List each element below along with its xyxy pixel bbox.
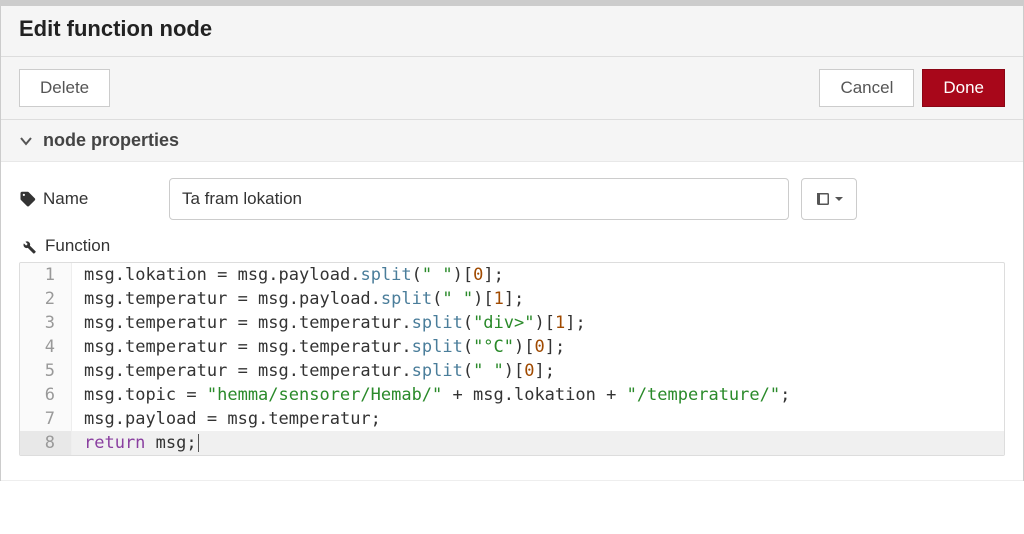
code-line[interactable]: 8return msg; [20, 431, 1004, 455]
code-text[interactable]: msg.temperatur = msg.temperatur.split("d… [72, 311, 586, 335]
name-row: Name [19, 178, 1005, 220]
panel-title: Edit function node [1, 6, 1023, 57]
line-number: 6 [20, 383, 72, 407]
edit-panel: Edit function node Delete Cancel Done no… [0, 6, 1024, 481]
code-line[interactable]: 3msg.temperatur = msg.temperatur.split("… [20, 311, 1004, 335]
code-text[interactable]: msg.temperatur = msg.payload.split(" ")[… [72, 287, 524, 311]
line-number: 3 [20, 311, 72, 335]
code-text[interactable]: return msg; [72, 431, 199, 455]
node-properties-section: node properties Name [1, 120, 1023, 481]
code-line[interactable]: 4msg.temperatur = msg.temperatur.split("… [20, 335, 1004, 359]
line-number: 4 [20, 335, 72, 359]
action-bar: Delete Cancel Done [1, 57, 1023, 120]
code-text[interactable]: msg.temperatur = msg.temperatur.split(" … [72, 359, 555, 383]
name-input[interactable] [169, 178, 789, 220]
cancel-button[interactable]: Cancel [819, 69, 914, 107]
name-label-text: Name [43, 189, 88, 209]
chevron-down-icon [19, 134, 33, 148]
function-label-text: Function [45, 236, 110, 256]
section-toggle[interactable]: node properties [1, 120, 1023, 161]
line-number: 7 [20, 407, 72, 431]
code-line[interactable]: 7msg.payload = msg.temperatur; [20, 407, 1004, 431]
function-label: Function [19, 236, 1005, 256]
wrench-icon [19, 237, 37, 255]
line-number: 1 [20, 263, 72, 287]
code-text[interactable]: msg.lokation = msg.payload.split(" ")[0]… [72, 263, 504, 287]
code-text[interactable]: msg.topic = "hemma/sensorer/Hemab/" + ms… [72, 383, 790, 407]
code-line[interactable]: 2msg.temperatur = msg.payload.split(" ")… [20, 287, 1004, 311]
section-title: node properties [43, 130, 179, 151]
line-number: 2 [20, 287, 72, 311]
section-body: Name Function 1msg.lokation [1, 161, 1023, 480]
code-text[interactable]: msg.payload = msg.temperatur; [72, 407, 381, 431]
code-text[interactable]: msg.temperatur = msg.temperatur.split("°… [72, 335, 565, 359]
name-label: Name [19, 189, 169, 209]
code-editor[interactable]: 1msg.lokation = msg.payload.split(" ")[0… [19, 262, 1005, 456]
book-icon [814, 190, 832, 208]
tag-icon [19, 190, 37, 208]
code-line[interactable]: 1msg.lokation = msg.payload.split(" ")[0… [20, 263, 1004, 287]
code-line[interactable]: 6msg.topic = "hemma/sensorer/Hemab/" + m… [20, 383, 1004, 407]
caret-down-icon [834, 194, 844, 204]
text-cursor [198, 434, 199, 452]
line-number: 5 [20, 359, 72, 383]
code-line[interactable]: 5msg.temperatur = msg.temperatur.split("… [20, 359, 1004, 383]
done-button[interactable]: Done [922, 69, 1005, 107]
line-number: 8 [20, 431, 72, 455]
library-button[interactable] [801, 178, 857, 220]
delete-button[interactable]: Delete [19, 69, 110, 107]
